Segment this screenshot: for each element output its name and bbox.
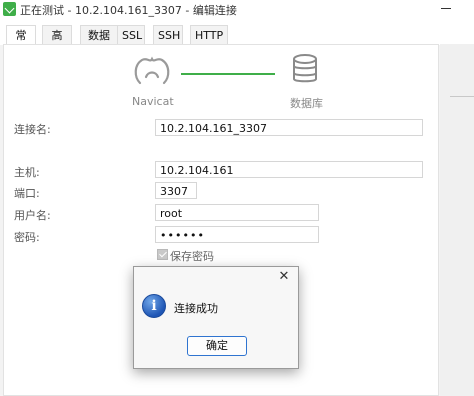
tab-bar: 常规 高级 数据库 SSL SSH HTTP [0,25,474,61]
dialog-message: 连接成功 [174,302,218,315]
tab-advanced[interactable]: 高级 [42,25,72,61]
database-caption: 数据库 [290,97,323,110]
save-password-checkbox[interactable] [157,249,168,260]
background-window-strip [440,44,474,396]
title-bar: 正在测试 - 10.2.104.161_3307 - 编辑连接 [0,0,474,24]
password-input[interactable]: •••••• [155,226,319,243]
save-password-label: 保存密码 [170,250,214,263]
host-label: 主机: [14,166,40,179]
navicat-logo-icon [134,56,170,85]
port-input[interactable]: 3307 [155,182,197,199]
navicat-caption: Navicat [132,95,174,108]
connection-success-dialog: ✕ i 连接成功 确定 [133,266,299,369]
password-label: 密码: [14,231,40,244]
tab-databases[interactable]: 数据库 [80,25,118,61]
tab-general[interactable]: 常规 [6,25,36,61]
connection-name-label: 连接名: [14,123,51,136]
connection-line [181,73,275,75]
connection-name-input[interactable]: 10.2.104.161_3307 [155,119,423,136]
host-input[interactable]: 10.2.104.161 [155,161,423,178]
tab-ssh[interactable]: SSH [153,25,183,44]
minimize-icon[interactable] [440,0,454,16]
tab-ssl[interactable]: SSL [117,25,145,44]
username-label: 用户名: [14,209,51,222]
window-title: 正在测试 - 10.2.104.161_3307 - 编辑连接 [20,4,237,17]
ok-button[interactable]: 确定 [187,336,247,356]
tab-http[interactable]: HTTP [190,25,228,44]
username-input[interactable]: root [155,204,319,221]
info-icon: i [142,294,166,318]
close-icon[interactable]: ✕ [277,270,291,284]
navicat-app-icon [3,2,16,16]
database-icon [293,54,317,83]
port-label: 端口: [14,187,40,200]
